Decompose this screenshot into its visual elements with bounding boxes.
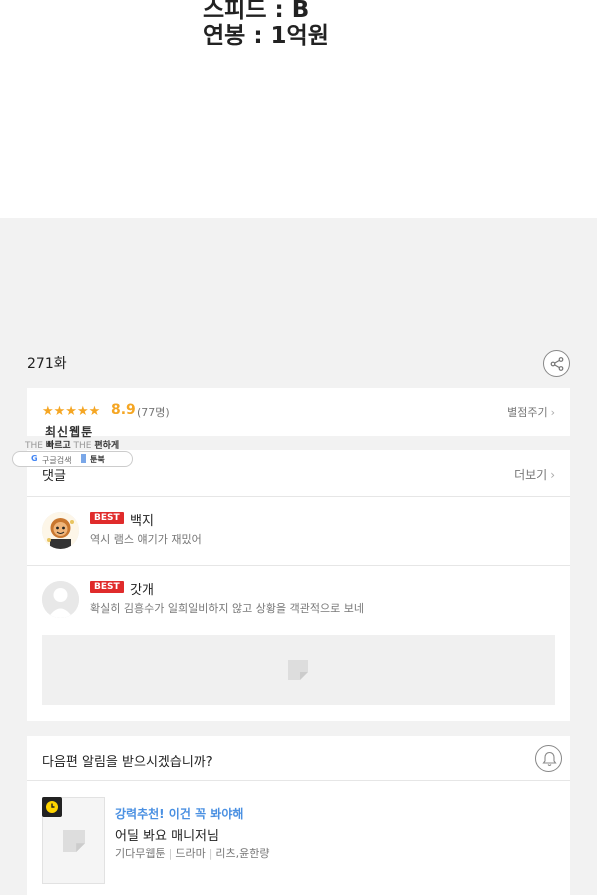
recommend-title[interactable]: 어딜 봐요 매니저님 <box>115 825 219 844</box>
ad-tagline-the: THE <box>73 441 92 451</box>
google-label: 구글검색 <box>42 456 72 465</box>
notify-header: 다음편 알림을 받으시겠습니까? <box>27 736 570 781</box>
best-badge: BEST <box>90 581 124 593</box>
more-comments-button[interactable]: 더보기 › <box>514 466 555 483</box>
rating-count: (77명) <box>137 406 170 419</box>
ad-tagline-the: THE <box>25 441 43 451</box>
chevron-right-icon: › <box>550 406 555 419</box>
notify-card: 다음편 알림을 받으시겠습니까? 강력추천! 이건 꼭 봐야해 어딜 봐요 매니… <box>27 736 570 895</box>
comment-item[interactable]: BEST 갓개 확실히 김흥수가 일희일비하지 않고 상황을 객관적으로 보네 <box>27 566 570 635</box>
rating-card: ★★★★★ 8.9 (77명) 별점주기 › <box>27 388 570 436</box>
image-placeholder-icon <box>63 830 85 852</box>
episode-header: 271화 <box>27 350 570 377</box>
more-label: 더보기 <box>514 468 548 482</box>
comment-nickname: 백지 <box>130 514 154 529</box>
share-button[interactable] <box>543 350 570 377</box>
share-icon <box>550 357 564 371</box>
comic-panel: 스피드 : B 연봉 : 1억원 <box>0 0 597 218</box>
ad-tagline-easy: 편하게 <box>94 441 120 451</box>
comic-text-line: 연봉 : 1억원 <box>203 23 329 49</box>
recommend-meta: 기다무웹툰 | 드라마 | 리츠,윤한량 <box>115 845 270 861</box>
rate-button[interactable]: 별점주기 › <box>507 404 555 420</box>
ad-placeholder[interactable] <box>42 635 555 705</box>
toonbook-label: 툰북 <box>90 455 105 464</box>
episode-title: 271화 <box>27 356 67 372</box>
avatar <box>42 581 79 618</box>
divider: | <box>168 847 173 860</box>
image-placeholder-icon <box>288 660 308 680</box>
meta-genre: 드라마 <box>175 847 206 860</box>
avatar <box>42 512 79 549</box>
toonbook-icon <box>81 454 86 463</box>
comment-text: 확실히 김흥수가 일희일비하지 않고 상황을 객관적으로 보네 <box>90 602 364 615</box>
ad-search-pill[interactable]: G 구글검색 툰북 <box>12 451 133 467</box>
comment-item[interactable]: BEST 백지 역시 램스 얘기가 재밌어 <box>27 497 570 566</box>
comment-nickname: 갓개 <box>130 583 154 598</box>
chevron-right-icon: › <box>550 468 555 482</box>
notify-title: 다음편 알림을 받으시겠습니까? <box>42 755 213 770</box>
wait-free-badge <box>42 797 62 817</box>
recommend-label: 강력추천! 이건 꼭 봐야해 <box>115 807 244 821</box>
comments-title: 댓글 <box>42 469 66 484</box>
best-badge: BEST <box>90 512 124 524</box>
rating-stars: ★★★★★ <box>42 404 101 419</box>
ad-tagline: THE 빠르고 THE 편하게 <box>25 438 119 451</box>
divider: | <box>208 847 213 860</box>
notify-button[interactable] <box>535 745 562 772</box>
comments-card: 댓글 더보기 › BEST 백지 역시 램스 얘기가 재밌어 BEST 갓개 확… <box>27 450 570 721</box>
google-icon: G <box>31 454 38 463</box>
ad-tagline-fast: 빠르고 <box>45 441 71 451</box>
meta-authors: 리츠,윤한량 <box>215 847 270 860</box>
rate-label: 별점주기 <box>507 406 548 419</box>
comment-text: 역시 램스 얘기가 재밌어 <box>90 533 202 546</box>
rating-score: 8.9 <box>111 402 136 418</box>
meta-category: 기다무웹툰 <box>115 847 166 860</box>
clock-icon <box>46 801 58 813</box>
bell-icon <box>542 751 557 767</box>
